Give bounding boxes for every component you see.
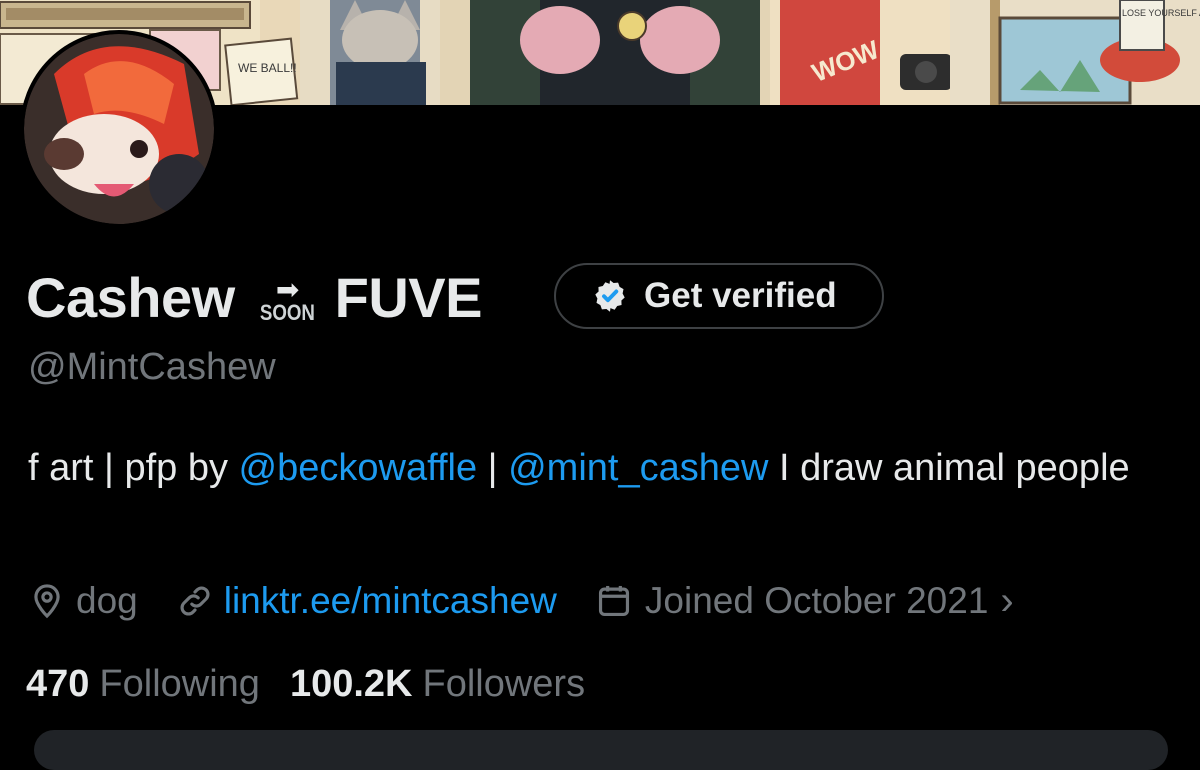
profile-bio: f art | pfp by @beckowaffle | @mint_cash…: [28, 440, 1178, 496]
following-label: Following: [99, 662, 260, 705]
avatar[interactable]: [20, 30, 218, 228]
chevron-right-icon: ›: [1000, 578, 1014, 623]
followers-count: 100.2K: [289, 662, 413, 705]
soon-arrow-emoji: ➡ SOON: [255, 276, 321, 325]
get-verified-label: Get verified: [644, 276, 837, 315]
following-count: 470: [26, 662, 90, 705]
display-name-second: FUVE: [334, 265, 483, 329]
bio-separator: |: [477, 447, 509, 489]
followers-link[interactable]: 100.2K Followers: [290, 663, 585, 706]
bio-mention-beckowaffle[interactable]: @beckowaffle: [239, 447, 478, 489]
profile-meta: dog linktr.ee/mintcashew Joined October …: [28, 574, 1014, 628]
following-link[interactable]: 470 Following: [26, 663, 260, 706]
bio-suffix: I draw animal people: [768, 447, 1130, 489]
bottom-panel: [34, 730, 1168, 770]
follow-stats: 470 Following 100.2K Followers: [26, 656, 585, 712]
location-icon: [34, 584, 60, 619]
location-text: dog: [76, 580, 138, 621]
user-handle: @MintCashew: [28, 346, 276, 388]
soon-emoji-text: SOON: [260, 300, 316, 325]
bio-mention-mint-cashew[interactable]: @mint_cashew: [508, 447, 768, 489]
website-item: linktr.ee/mintcashew: [176, 580, 557, 622]
verified-badge-icon: [595, 280, 625, 312]
joined-date-item[interactable]: Joined October 2021 ›: [595, 579, 1014, 624]
link-icon: [180, 586, 210, 616]
website-link[interactable]: linktr.ee/mintcashew: [224, 580, 557, 622]
banner-text-we-ball: WE BALL!!: [238, 61, 297, 75]
calendar-icon: [598, 585, 629, 617]
joined-date-text: Joined October 2021: [644, 580, 989, 621]
display-name: Cashew ➡ SOON FUVE: [26, 262, 483, 332]
avatar-illustration: [24, 34, 214, 224]
location-item: dog: [28, 580, 138, 622]
get-verified-button[interactable]: Get verified: [554, 263, 884, 329]
banner-text-lose: LOSE YOURSELF AGAIN: [1122, 8, 1200, 18]
display-name-first: Cashew: [26, 265, 235, 329]
followers-label: Followers: [422, 662, 586, 705]
bio-prefix: f art | pfp by: [28, 447, 239, 489]
